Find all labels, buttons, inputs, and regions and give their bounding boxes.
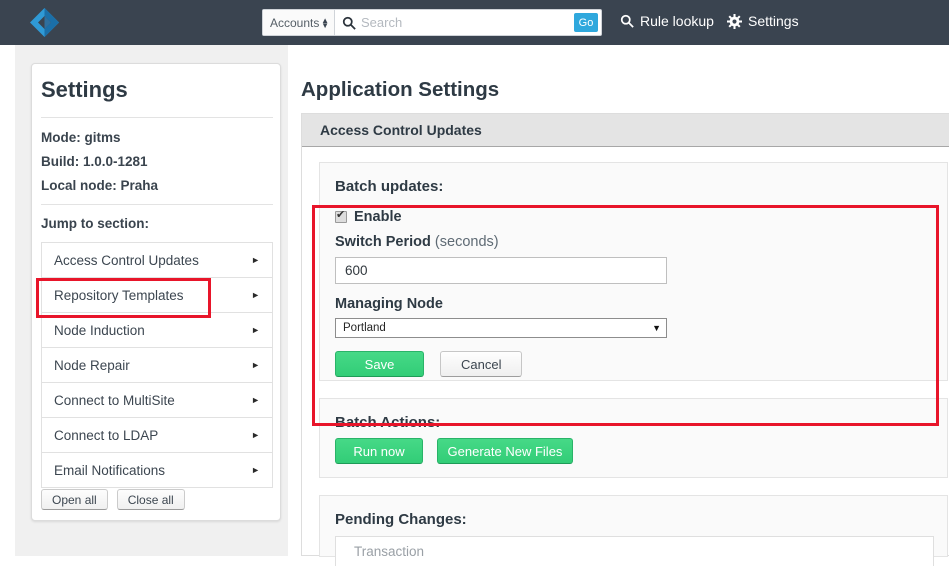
close-all-button[interactable]: Close all bbox=[116, 489, 185, 510]
pending-changes-table-header: Transaction bbox=[335, 536, 934, 566]
chevron-right-icon: ► bbox=[251, 395, 260, 405]
sidebar-item-connect-to-multisite[interactable]: Connect to MultiSite ► bbox=[42, 383, 272, 418]
top-navbar: Accounts ▲ ▼ Search Go Rule lookup Setti… bbox=[0, 0, 949, 45]
sidebar-item-label: Connect to MultiSite bbox=[54, 392, 175, 408]
enable-checkbox[interactable] bbox=[335, 208, 347, 223]
batch-action-buttons: Run now Generate New Files bbox=[335, 438, 573, 464]
middle-rail bbox=[288, 45, 298, 556]
left-rail bbox=[0, 45, 15, 556]
nav-settings[interactable]: Settings bbox=[727, 13, 799, 29]
nav-rule-lookup[interactable]: Rule lookup bbox=[620, 13, 714, 29]
chevron-right-icon: ► bbox=[251, 290, 260, 300]
divider bbox=[41, 117, 273, 118]
jump-to-section-list: Access Control Updates ► Repository Temp… bbox=[41, 242, 273, 488]
meta-mode: Mode: gitms bbox=[41, 130, 121, 145]
column-header-transaction: Transaction bbox=[354, 544, 425, 559]
cancel-button[interactable]: Cancel bbox=[440, 351, 523, 377]
managing-node-value: Portland bbox=[343, 322, 386, 334]
sidebar-item-label: Connect to LDAP bbox=[54, 427, 159, 443]
nav-rule-lookup-label: Rule lookup bbox=[640, 13, 714, 29]
access-control-updates-panel: Access Control Updates Batch updates: En… bbox=[301, 113, 949, 566]
sidebar-item-label: Node Induction bbox=[54, 322, 145, 338]
managing-node-label: Managing Node bbox=[335, 296, 443, 312]
meta-build: Build: 1.0.0-1281 bbox=[41, 154, 148, 169]
pending-changes-title: Pending Changes: bbox=[335, 511, 467, 528]
switch-period-input[interactable]: 600 bbox=[335, 257, 667, 284]
search-bar: Accounts ▲ ▼ Search Go bbox=[262, 9, 602, 36]
chevron-right-icon: ► bbox=[251, 465, 260, 475]
switch-period-label-text: Switch Period bbox=[335, 234, 431, 250]
search-placeholder: Search bbox=[361, 15, 403, 30]
nav-settings-label: Settings bbox=[748, 13, 799, 29]
save-button[interactable]: Save bbox=[335, 351, 424, 377]
sidebar-item-label: Node Repair bbox=[54, 357, 130, 373]
jump-to-section-label: Jump to section: bbox=[41, 216, 150, 231]
chevron-right-icon: ► bbox=[251, 360, 260, 370]
chevron-right-icon: ► bbox=[251, 255, 260, 265]
main-content: Application Settings Access Control Upda… bbox=[298, 45, 949, 566]
meta-local-node: Local node: Praha bbox=[41, 178, 159, 193]
generate-new-files-button[interactable]: Generate New Files bbox=[437, 438, 573, 464]
page-title: Application Settings bbox=[301, 78, 500, 101]
batch-updates-title: Batch updates: bbox=[335, 178, 444, 195]
open-all-button[interactable]: Open all bbox=[41, 489, 108, 510]
panel-header: Access Control Updates bbox=[302, 114, 949, 147]
switch-period-label: Switch Period (seconds) bbox=[335, 234, 499, 250]
sidebar-item-email-notifications[interactable]: Email Notifications ► bbox=[42, 453, 272, 488]
sidebar-item-connect-to-ldap[interactable]: Connect to LDAP ► bbox=[42, 418, 272, 453]
updown-arrows-icon: ▲ ▼ bbox=[321, 15, 329, 30]
sidebar-item-repository-templates[interactable]: Repository Templates ► bbox=[42, 278, 272, 313]
search-input[interactable]: Search bbox=[335, 10, 571, 35]
sidebar-item-node-repair[interactable]: Node Repair ► bbox=[42, 348, 272, 383]
search-scope-select[interactable]: Accounts ▲ ▼ bbox=[263, 10, 335, 35]
batch-actions-title: Batch Actions: bbox=[335, 414, 441, 431]
chevron-right-icon: ► bbox=[251, 325, 260, 335]
search-icon bbox=[342, 16, 356, 30]
sidebar-item-label: Email Notifications bbox=[54, 462, 166, 478]
sidebar-expand-buttons: Open all Close all bbox=[41, 489, 185, 510]
sidebar-item-label: Access Control Updates bbox=[54, 252, 199, 268]
managing-node-select[interactable]: Portland ▼ bbox=[335, 318, 667, 338]
settings-sidebar-panel: Settings Mode: gitms Build: 1.0.0-1281 L… bbox=[31, 63, 281, 521]
batch-actions-section: Batch Actions: Run now Generate New File… bbox=[319, 398, 948, 478]
enable-label: Enable bbox=[354, 209, 402, 225]
search-go-button[interactable]: Go bbox=[574, 13, 598, 32]
divider bbox=[41, 204, 273, 205]
chevron-right-icon: ► bbox=[251, 430, 260, 440]
chevron-down-icon: ▼ bbox=[652, 323, 661, 333]
sidebar-item-node-induction[interactable]: Node Induction ► bbox=[42, 313, 272, 348]
gear-icon bbox=[727, 13, 742, 29]
run-now-button[interactable]: Run now bbox=[335, 438, 423, 464]
diamond-logo-icon[interactable] bbox=[29, 7, 60, 38]
pending-changes-section: Pending Changes: Transaction bbox=[319, 495, 948, 566]
search-scope-value: Accounts bbox=[270, 15, 320, 30]
batch-updates-section: Batch updates: Enable Switch Period (sec… bbox=[319, 162, 948, 381]
switch-period-unit: (seconds) bbox=[434, 234, 499, 250]
form-buttons: Save Cancel bbox=[335, 351, 523, 377]
sidebar-item-label: Repository Templates bbox=[54, 287, 184, 303]
search-icon bbox=[620, 14, 634, 28]
page-canvas: Settings Mode: gitms Build: 1.0.0-1281 L… bbox=[0, 45, 949, 566]
sidebar-item-access-control-updates[interactable]: Access Control Updates ► bbox=[42, 243, 272, 278]
sidebar-title: Settings bbox=[41, 77, 128, 102]
enable-checkbox-row[interactable]: Enable bbox=[335, 208, 402, 225]
